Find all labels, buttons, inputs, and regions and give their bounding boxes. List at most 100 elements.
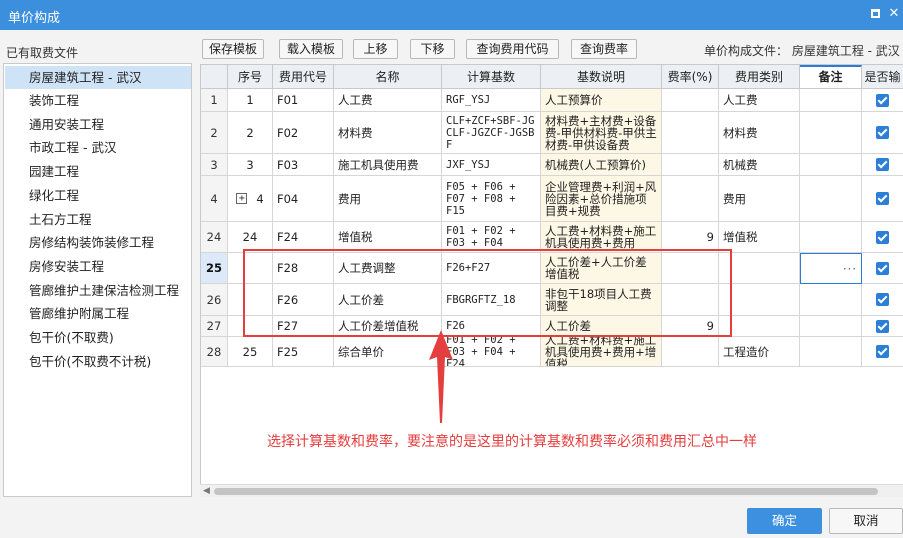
category-cell[interactable]: 费用: [719, 176, 800, 222]
remark-cell[interactable]: [800, 316, 862, 337]
name-cell[interactable]: 施工机具使用费: [334, 154, 442, 176]
fee-file-item[interactable]: 房修安装工程: [5, 255, 191, 278]
load-template-button[interactable]: 载入模板: [279, 39, 343, 59]
cancel-button[interactable]: 取消: [829, 508, 903, 534]
row-number[interactable]: 27: [201, 316, 228, 337]
remark-cell[interactable]: [800, 284, 862, 316]
column-header-desc[interactable]: 基数说明: [541, 65, 662, 89]
row-number[interactable]: 26: [201, 284, 228, 316]
code-cell[interactable]: F04: [273, 176, 334, 222]
scrollbar-thumb[interactable]: [214, 488, 878, 495]
save-template-button[interactable]: 保存模板: [202, 39, 264, 59]
column-header-category[interactable]: 费用类别: [719, 65, 800, 89]
rate-cell[interactable]: [662, 337, 719, 367]
output-checkbox[interactable]: [876, 345, 889, 358]
seq-cell[interactable]: 2: [228, 112, 273, 154]
fee-file-item[interactable]: 装饰工程: [5, 89, 191, 112]
output-checkbox[interactable]: [876, 126, 889, 139]
base-cell[interactable]: JXF_YSJ: [442, 154, 541, 176]
fee-file-item[interactable]: 包干价(不取费): [5, 326, 191, 349]
output-checkbox[interactable]: [876, 230, 889, 244]
row-number[interactable]: 25: [201, 253, 228, 284]
output-cell[interactable]: [862, 284, 903, 316]
fee-file-item[interactable]: 土石方工程: [5, 208, 191, 231]
horizontal-scrollbar[interactable]: ◀: [200, 484, 903, 497]
fee-file-item[interactable]: 房修结构装饰装修工程: [5, 231, 191, 254]
seq-cell[interactable]: +4: [228, 176, 273, 222]
output-cell[interactable]: [862, 316, 903, 337]
output-cell[interactable]: [862, 337, 903, 367]
output-checkbox[interactable]: [876, 261, 889, 275]
expand-icon[interactable]: +: [236, 193, 248, 204]
query-fee-code-button[interactable]: 查询费用代码: [466, 39, 559, 59]
output-cell[interactable]: [862, 253, 903, 284]
table-row[interactable]: 4 +4 F04 费用 F05 + F06 + F07 + F08 + F15 …: [201, 176, 903, 222]
column-header-seq[interactable]: 序号: [228, 65, 273, 89]
table-row[interactable]: 1 1 F01 人工费 RGF_YSJ 人工预算价 人工费: [201, 89, 903, 112]
category-cell[interactable]: 人工费: [719, 89, 800, 112]
close-icon[interactable]: ✕: [885, 5, 903, 23]
column-header-output[interactable]: 是否输: [862, 65, 903, 89]
fee-file-item[interactable]: 园建工程: [5, 160, 191, 183]
output-checkbox[interactable]: [876, 293, 889, 306]
code-cell[interactable]: F01: [273, 89, 334, 112]
row-number[interactable]: 28: [201, 337, 228, 367]
category-cell[interactable]: 工程造价: [719, 337, 800, 367]
row-number[interactable]: 3: [201, 154, 228, 176]
maximize-icon[interactable]: [866, 5, 884, 23]
output-cell[interactable]: [862, 176, 903, 222]
row-number[interactable]: 24: [201, 222, 228, 253]
rate-cell[interactable]: [662, 176, 719, 222]
table-row[interactable]: 2 2 F02 材料费 CLF+ZCF+SBF-JGCLF-JGZCF-JGSB…: [201, 112, 903, 154]
row-number[interactable]: 4: [201, 176, 228, 222]
remark-cell[interactable]: [800, 154, 862, 176]
rate-cell[interactable]: [662, 112, 719, 154]
query-fee-rate-button[interactable]: 查询费率: [571, 39, 637, 59]
column-header-base[interactable]: 计算基数: [442, 65, 541, 89]
seq-cell[interactable]: 25: [228, 337, 273, 367]
row-number[interactable]: 1: [201, 89, 228, 112]
remark-cell[interactable]: [800, 337, 862, 367]
rate-cell[interactable]: [662, 89, 719, 112]
output-checkbox[interactable]: [876, 192, 889, 205]
column-header-code[interactable]: 费用代号: [273, 65, 334, 89]
category-cell[interactable]: 材料费: [719, 112, 800, 154]
output-checkbox[interactable]: [876, 319, 889, 333]
fee-file-item[interactable]: 管廊维护土建保洁检测工程: [5, 279, 191, 302]
move-up-button[interactable]: 上移: [353, 39, 398, 59]
output-checkbox[interactable]: [876, 93, 889, 107]
fee-file-item[interactable]: 包干价(不取费不计税): [5, 350, 191, 373]
remark-edit-cell[interactable]: ···: [800, 253, 862, 284]
fee-file-item[interactable]: 绿化工程: [5, 184, 191, 207]
fee-file-item[interactable]: 市政工程 - 武汉: [5, 136, 191, 159]
fee-file-item[interactable]: 通用安装工程: [5, 113, 191, 136]
output-cell[interactable]: [862, 89, 903, 112]
remark-cell[interactable]: [800, 222, 862, 253]
seq-cell[interactable]: 3: [228, 154, 273, 176]
output-checkbox[interactable]: [876, 158, 889, 171]
base-cell[interactable]: F05 + F06 + F07 + F08 + F15: [442, 176, 541, 222]
ok-button[interactable]: 确定: [747, 508, 822, 534]
output-cell[interactable]: [862, 112, 903, 154]
name-cell[interactable]: 费用: [334, 176, 442, 222]
seq-cell[interactable]: 1: [228, 89, 273, 112]
code-cell[interactable]: F02: [273, 112, 334, 154]
rate-cell[interactable]: [662, 154, 719, 176]
name-cell[interactable]: 材料费: [334, 112, 442, 154]
column-header-rate[interactable]: 费率(%): [662, 65, 719, 89]
table-row[interactable]: 3 3 F03 施工机具使用费 JXF_YSJ 机械费(人工预算价) 机械费: [201, 154, 903, 176]
scroll-left-icon[interactable]: ◀: [203, 486, 210, 496]
code-cell[interactable]: F03: [273, 154, 334, 176]
remark-cell[interactable]: [800, 112, 862, 154]
name-cell[interactable]: 人工费: [334, 89, 442, 112]
fee-file-item[interactable]: 房屋建筑工程 - 武汉: [5, 66, 191, 89]
fee-file-item[interactable]: 管廊维护附属工程: [5, 302, 191, 325]
output-cell[interactable]: [862, 154, 903, 176]
row-number[interactable]: 2: [201, 112, 228, 154]
table-row[interactable]: 28 25 F25 综合单价 F01 + F02 + F03 + F04 + F…: [201, 337, 903, 367]
remark-cell[interactable]: [800, 89, 862, 112]
output-cell[interactable]: [862, 222, 903, 253]
base-cell[interactable]: F01 + F02 + F03 + F04 + F24: [442, 337, 541, 367]
category-cell[interactable]: 机械费: [719, 154, 800, 176]
move-down-button[interactable]: 下移: [410, 39, 455, 59]
